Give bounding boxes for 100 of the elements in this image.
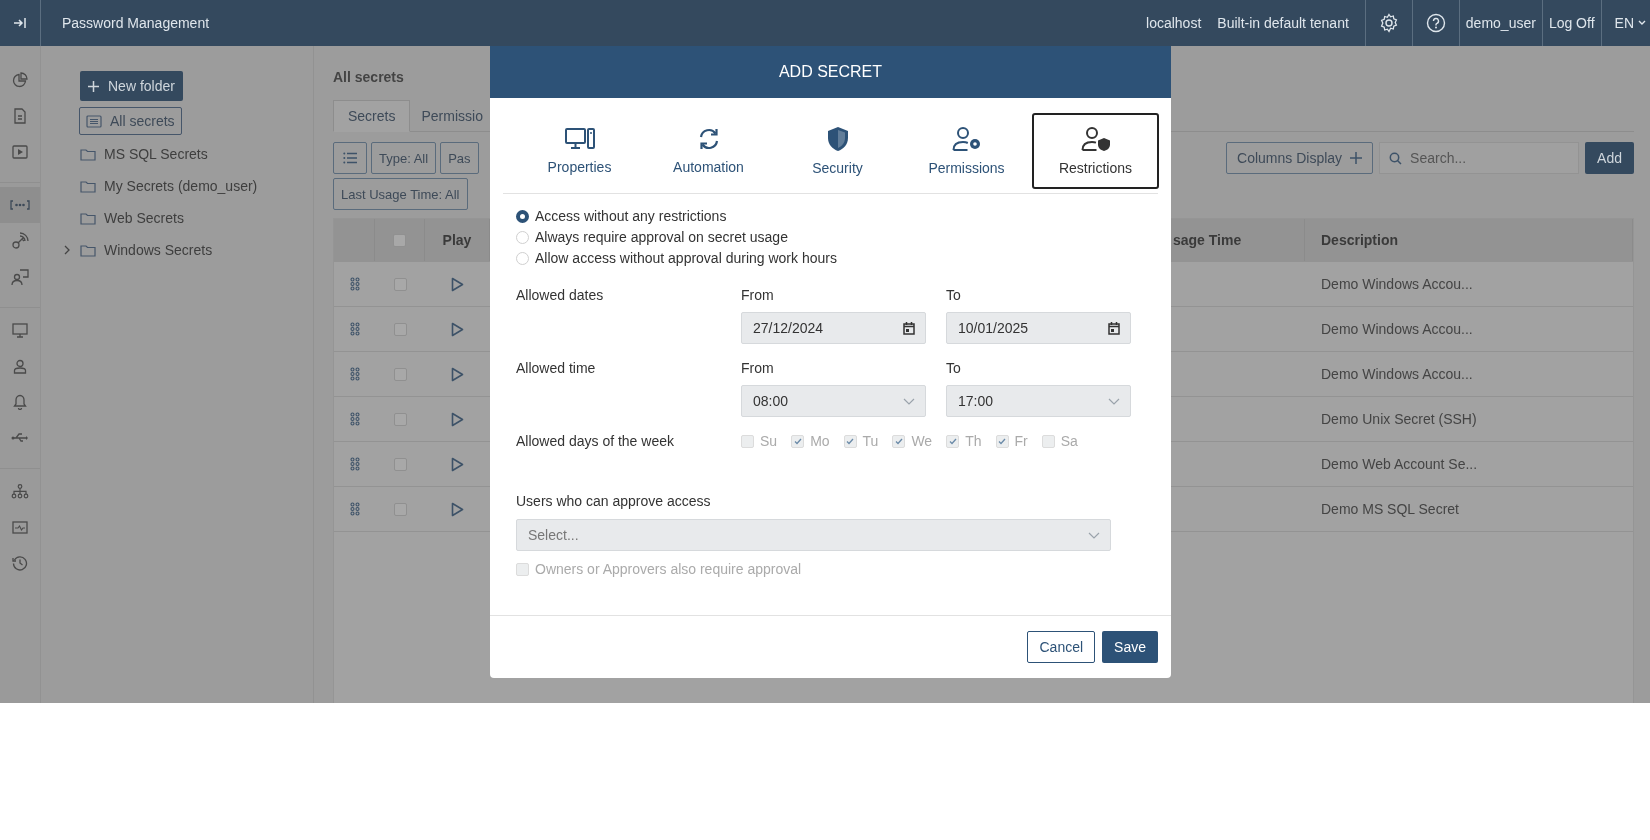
new-folder-button[interactable]: New folder (80, 71, 183, 101)
monitor-icon (12, 322, 28, 338)
shield-icon (826, 126, 849, 152)
plus-icon (88, 80, 99, 92)
rail-item[interactable] (0, 187, 40, 223)
filter-button[interactable]: Last Usage Time: All (333, 178, 468, 210)
play-icon[interactable] (451, 366, 464, 382)
help-icon[interactable] (1425, 13, 1446, 33)
video-icon (12, 145, 28, 159)
folder-icon (80, 211, 96, 225)
row-checkbox[interactable] (393, 412, 407, 426)
search-field[interactable]: Search... (1379, 142, 1580, 174)
field-label: Allowed time (516, 360, 597, 376)
dialog-tab[interactable]: Properties (516, 113, 643, 189)
view-list-button[interactable] (333, 142, 367, 174)
usb-icon (11, 432, 29, 444)
drag-handle-icon[interactable] (349, 277, 360, 291)
row-checkbox[interactable] (393, 367, 407, 381)
filter-button[interactable]: Type: All (371, 142, 437, 174)
table-cell-text: Demo Windows Accou... (1320, 365, 1474, 384)
time-select[interactable]: 08:00 (741, 385, 926, 417)
calendar-icon[interactable] (1108, 321, 1120, 335)
play-icon[interactable] (451, 276, 464, 292)
folder-item[interactable]: My Secrets (demo_user) (64, 173, 313, 199)
table-cell-text: Demo MS SQL Secret (1320, 500, 1460, 519)
user-gear-icon (951, 126, 982, 152)
table-cell-text: Demo Windows Accou... (1320, 275, 1474, 294)
chevron-down-icon (903, 397, 915, 405)
save-button[interactable]: Save (1102, 631, 1158, 663)
play-icon[interactable] (451, 501, 464, 517)
drag-handle-icon[interactable] (349, 322, 360, 336)
tenant-label: Built-in default tenant (1217, 15, 1349, 31)
field-label: To (946, 360, 962, 376)
hierarchy-icon (11, 483, 29, 499)
computer-icon (564, 127, 595, 151)
tab[interactable]: Secrets (333, 100, 411, 132)
time-select[interactable]: 17:00 (946, 385, 1131, 417)
row-checkbox[interactable] (393, 277, 407, 291)
cancel-button[interactable]: Cancel (1027, 631, 1096, 663)
row-checkbox[interactable] (393, 502, 407, 516)
bell-icon (13, 394, 27, 410)
document-icon (13, 108, 27, 124)
play-icon[interactable] (451, 411, 464, 427)
dialog-tab[interactable]: Restrictions (1032, 113, 1159, 189)
app-title: Password Management (62, 15, 210, 31)
columns-display-button[interactable]: Columns Display (1226, 142, 1374, 174)
secrets-icon (10, 200, 30, 210)
list-icon (86, 114, 102, 128)
folder-item[interactable]: Web Secrets (64, 205, 313, 231)
pie-chart-icon (12, 72, 28, 88)
chevron-down-icon (1088, 531, 1100, 539)
radio-button[interactable] (516, 209, 529, 223)
activity-monitor-icon (12, 520, 28, 534)
expand-icon[interactable] (13, 16, 27, 30)
table-cell-text: Demo Unix Secret (SSH) (1320, 410, 1478, 429)
filter-button[interactable]: Pas (440, 142, 479, 174)
key-icon (11, 232, 29, 250)
table-cell-text: Demo Web Account Se... (1320, 455, 1479, 474)
drag-handle-icon[interactable] (349, 412, 360, 426)
dialog-tab[interactable]: Permissions (903, 113, 1030, 189)
table-cell-text: Demo Windows Accou... (1320, 320, 1474, 339)
folder-icon (80, 179, 96, 193)
drag-handle-icon[interactable] (349, 367, 360, 381)
history-icon (12, 555, 28, 571)
date-field[interactable]: 27/12/2024 (741, 312, 926, 344)
language-selector[interactable]: EN (1614, 15, 1634, 31)
folder-icon (80, 147, 96, 161)
expand-caret-icon[interactable] (64, 245, 71, 255)
chevron-down-icon (1108, 397, 1120, 405)
drag-handle-icon[interactable] (349, 457, 360, 471)
row-checkbox[interactable] (393, 457, 407, 471)
tab[interactable]: Permissio (410, 100, 494, 132)
folder-item[interactable]: MS SQL Secrets (64, 141, 313, 167)
folder-item[interactable]: All secrets (79, 107, 182, 135)
select-all-checkbox[interactable] (393, 233, 406, 247)
play-icon[interactable] (451, 321, 464, 337)
settings-icon[interactable] (1378, 13, 1399, 33)
user-shield-icon (1080, 126, 1111, 152)
dialog-tab[interactable]: Security (774, 113, 901, 189)
field-label: Users who can approve access (516, 493, 712, 509)
drag-handle-icon[interactable] (349, 502, 360, 516)
caret-icon (1638, 20, 1646, 26)
field-label: From (741, 287, 775, 303)
add-button[interactable]: Add (1585, 142, 1634, 174)
calendar-icon[interactable] (903, 321, 915, 335)
date-field[interactable]: 10/01/2025 (946, 312, 1131, 344)
search-icon (1389, 152, 1403, 165)
field-label: Allowed dates (516, 287, 605, 303)
user-screen-icon (11, 268, 29, 286)
dialog-tab[interactable]: Automation (645, 113, 772, 189)
dialog-title: ADD SECRET (490, 46, 1171, 98)
plus-icon (1350, 152, 1363, 164)
folder-item[interactable]: Windows Secrets (64, 237, 313, 263)
user-icon (13, 358, 27, 374)
list-icon (343, 152, 357, 164)
play-icon[interactable] (451, 456, 464, 472)
field-label: Allowed days of the week (516, 433, 675, 449)
row-checkbox[interactable] (393, 322, 407, 336)
host-label: localhost (1146, 15, 1202, 31)
column-header[interactable]: Description (1305, 219, 1633, 261)
